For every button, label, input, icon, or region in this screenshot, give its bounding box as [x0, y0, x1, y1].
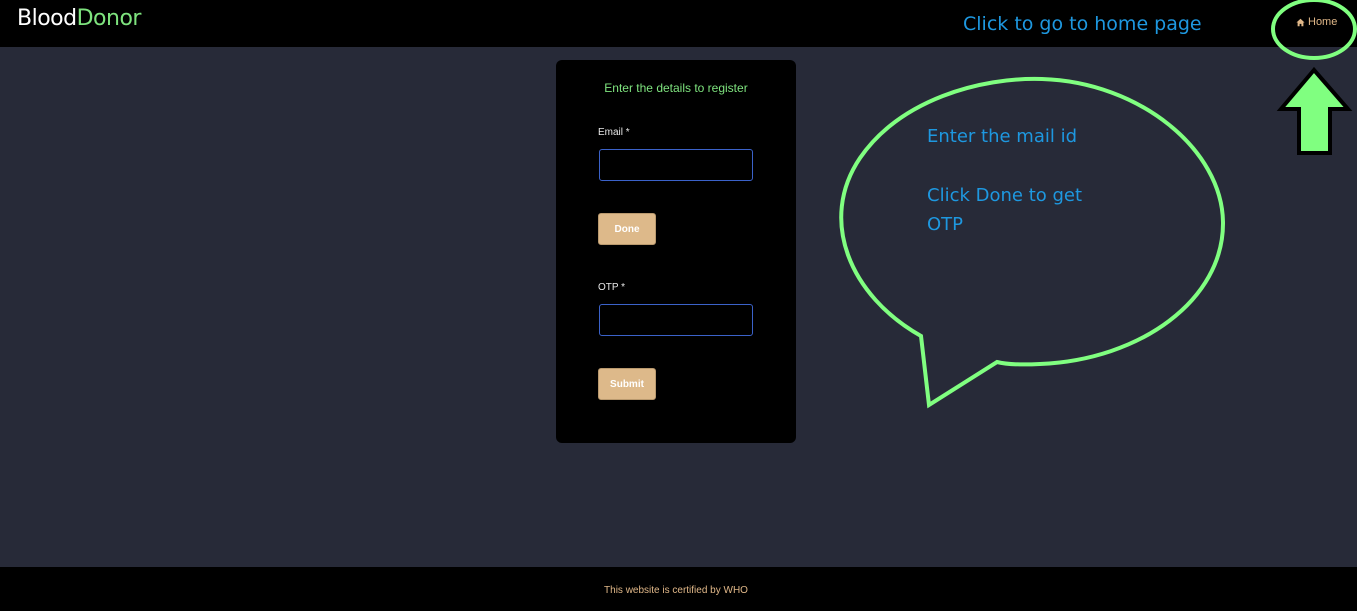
- submit-button[interactable]: Submit: [598, 368, 656, 400]
- email-label: Email *: [598, 127, 630, 138]
- done-button[interactable]: Done: [598, 213, 656, 245]
- footer: This website is certified by WHO: [0, 567, 1357, 611]
- otp-input[interactable]: [599, 304, 753, 336]
- otp-label: OTP *: [598, 282, 626, 293]
- brand-text-blood: Blood: [17, 6, 77, 31]
- email-input[interactable]: [599, 149, 753, 181]
- home-link-label: Home: [1308, 16, 1338, 28]
- mail-hint-annotation: Enter the mail id: [927, 126, 1078, 147]
- footer-text: This website is certified by WHO: [604, 585, 748, 596]
- brand-text-donor: Donor: [76, 6, 142, 31]
- up-arrow-icon: [1276, 66, 1353, 155]
- home-link[interactable]: Home: [1296, 16, 1337, 28]
- home-icon: [1296, 18, 1305, 27]
- home-hint-annotation: Click to go to home page: [963, 13, 1202, 35]
- brand-logo[interactable]: BloodDonor: [17, 5, 141, 33]
- registration-card: Enter the details to register Email * Do…: [556, 60, 796, 443]
- done-hint-annotation: Click Done to get OTP: [927, 185, 1083, 235]
- form-title: Enter the details to register: [604, 81, 748, 95]
